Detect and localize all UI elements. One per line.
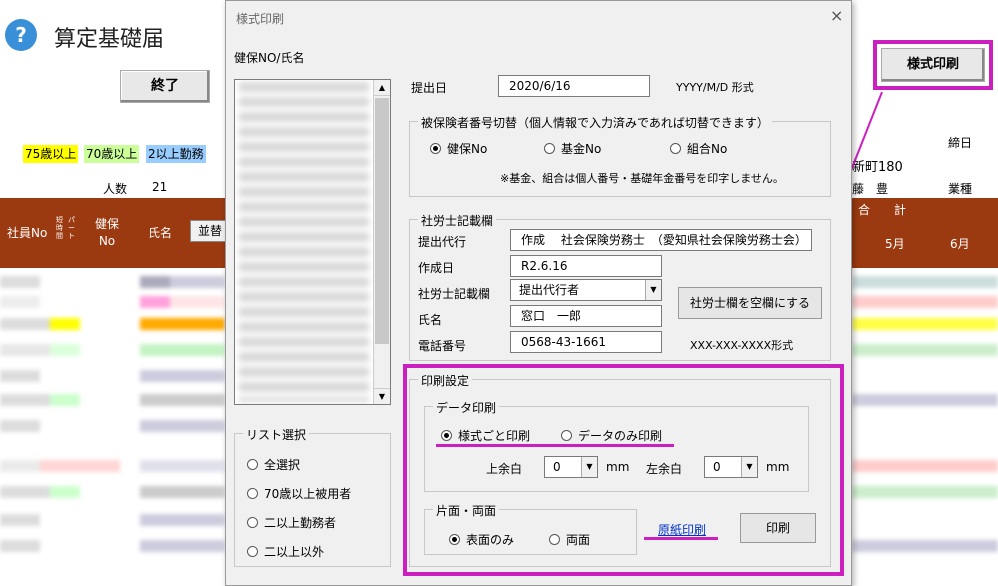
header-name: 氏名 [148, 226, 173, 240]
name-input[interactable]: 窓口 一郎 [510, 305, 662, 327]
header-kenpo: 健保 No [94, 217, 119, 248]
phone-format-hint: XXX-XXX-XXXX形式 [690, 339, 794, 352]
header-emp-no: 社員No [7, 226, 48, 240]
submit-date-label: 提出日 [411, 81, 448, 95]
radio-kikin[interactable]: 基金No [544, 140, 601, 157]
sharoushi-field-value: 提出代行者 [519, 283, 580, 297]
phone-input[interactable]: 0568-43-1661 [510, 331, 662, 353]
header-june: 6月 [950, 237, 970, 251]
legend-75: 75歳以上 [23, 145, 79, 163]
header-short: 短時間 [56, 216, 63, 240]
header-total: 合 計 [858, 203, 907, 217]
legend-multi: 2以上勤務 [146, 145, 206, 163]
original-print-underline [644, 537, 718, 540]
switch-group-caption: 被保険者番号切替（個人情報で入力済みであれば切替できます） [418, 114, 772, 131]
radio-70-over[interactable]: 70歳以上被用者 [247, 485, 351, 502]
page-title: 算定基礎届 [54, 27, 165, 52]
name-label: 氏名 [418, 313, 443, 327]
switch-note: ※基金、組合は個人番号・基礎年金番号を印字しません。 [500, 172, 784, 185]
list-caption: 健保NO/氏名 [234, 51, 305, 65]
address-text: 新町180 [852, 160, 903, 175]
count-value: 21 [152, 180, 168, 194]
phone-label: 電話番号 [418, 339, 467, 353]
insured-number-switch-group: 被保険者番号切替（個人情報で入力済みであれば切替できます） 健保No 基金No … [409, 114, 831, 197]
created-date-label: 作成日 [418, 261, 455, 275]
header-may: 5月 [885, 237, 905, 251]
proxy-label: 提出代行 [418, 235, 467, 249]
listbox-items-blurred [239, 82, 369, 402]
sharoushi-field-select[interactable]: 提出代行者 ▼ [510, 279, 662, 301]
header-part: パート [68, 216, 75, 240]
industry-text: 業種 [948, 182, 973, 196]
submit-date-input[interactable]: 2020/6/16 [498, 75, 650, 97]
chevron-down-icon[interactable]: ▼ [645, 280, 661, 300]
proxy-input[interactable]: 作成 社会保険労務士 （愛知県社会保険労務士会） [510, 229, 812, 251]
radio-non-multi[interactable]: 二以上以外 [247, 543, 324, 560]
radio-kumiai[interactable]: 組合No [670, 140, 727, 157]
clear-sharoushi-button[interactable]: 社労士欄を空欄にする [678, 287, 822, 319]
date-format-hint: YYYY/M/D 形式 [676, 81, 754, 94]
scroll-thumb[interactable] [375, 98, 389, 344]
scroll-up-icon[interactable]: ▲ [374, 80, 390, 96]
list-select-group: リスト選択 全選択 70歳以上被用者 二以上勤務者 二以上以外 [234, 426, 391, 567]
radio-kenpo[interactable]: 健保No [430, 140, 487, 157]
listbox-scrollbar[interactable]: ▲ ▼ [373, 80, 390, 404]
end-button[interactable]: 終了 [120, 70, 210, 103]
sort-button[interactable]: 並替 [190, 220, 230, 242]
print-form-button[interactable]: 様式印刷 [881, 48, 985, 82]
help-icon[interactable]: ? [5, 19, 37, 51]
sharoushi-field-label: 社労士記載欄 [418, 287, 491, 301]
scroll-down-icon[interactable]: ▼ [374, 388, 390, 404]
print-settings-highlight [403, 364, 844, 576]
legend-70: 70歳以上 [84, 145, 140, 163]
radio-select-all[interactable]: 全選択 [247, 456, 300, 473]
close-icon[interactable]: × [830, 6, 843, 25]
radio-multi-work[interactable]: 二以上勤務者 [247, 514, 336, 531]
employee-listbox[interactable]: ▲ ▼ [234, 79, 391, 405]
person-text: 藤 豊 [852, 182, 889, 196]
created-date-input[interactable]: R2.6.16 [510, 255, 662, 277]
dialog-title: 様式印刷 [236, 12, 285, 26]
count-label: 人数 [103, 182, 128, 196]
sharoushi-caption: 社労士記載欄 [418, 212, 497, 229]
list-select-caption: リスト選択 [243, 426, 310, 443]
shimebi-text: 締日 [948, 136, 973, 150]
data-print-underline [436, 444, 674, 447]
print-form-highlight: 様式印刷 [873, 40, 993, 90]
